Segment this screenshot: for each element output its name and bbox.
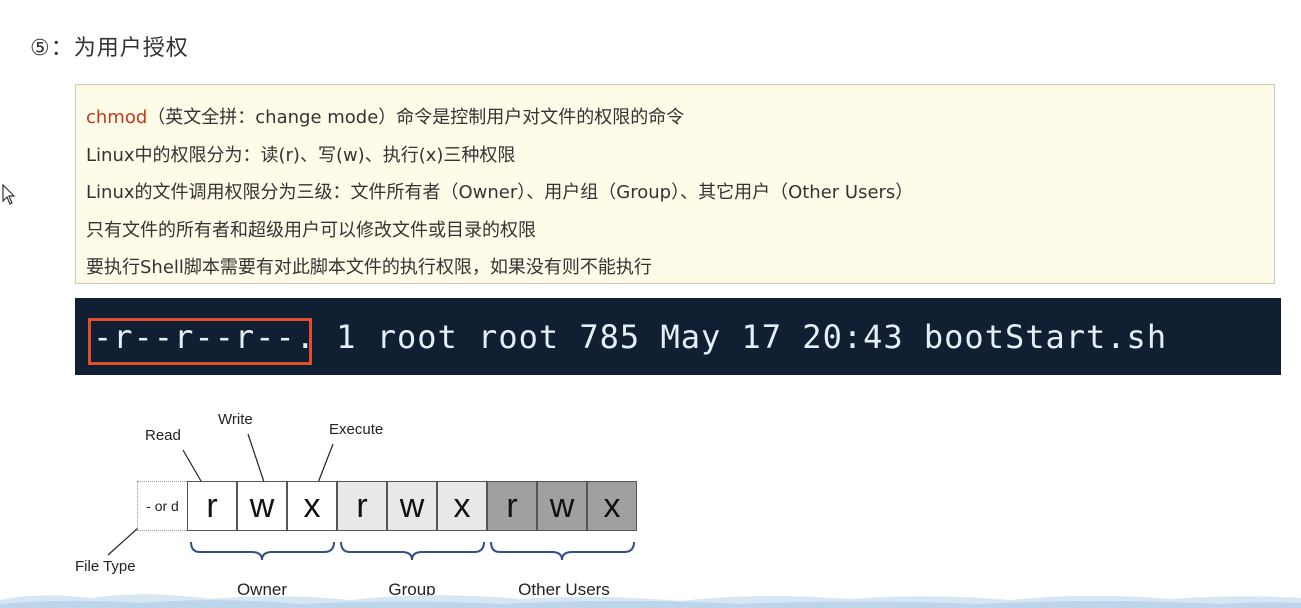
owner-brace [190, 541, 335, 561]
file-type-cell: - or d [137, 481, 187, 531]
read-label: Read [145, 427, 181, 444]
filetype-pointer-line [107, 527, 139, 556]
file-type-label: File Type [75, 558, 136, 575]
group-execute-cell: x [437, 481, 487, 531]
other-execute-cell: x [587, 481, 637, 531]
owner-read-cell: r [187, 481, 237, 531]
group-brace [340, 541, 485, 561]
write-label: Write [218, 411, 253, 428]
group-write-cell: w [387, 481, 437, 531]
group-read-cell: r [337, 481, 387, 531]
owner-execute-cell: x [287, 481, 337, 531]
permission-diagram: Read Write Execute File Type - or d r w … [0, 0, 1301, 608]
execute-label: Execute [329, 421, 384, 438]
other-write-cell: w [537, 481, 587, 531]
write-pointer-line [247, 433, 267, 489]
owner-write-cell: w [237, 481, 287, 531]
decorative-clouds [0, 594, 1301, 608]
other-users-brace [490, 541, 635, 561]
other-read-cell: r [487, 481, 537, 531]
